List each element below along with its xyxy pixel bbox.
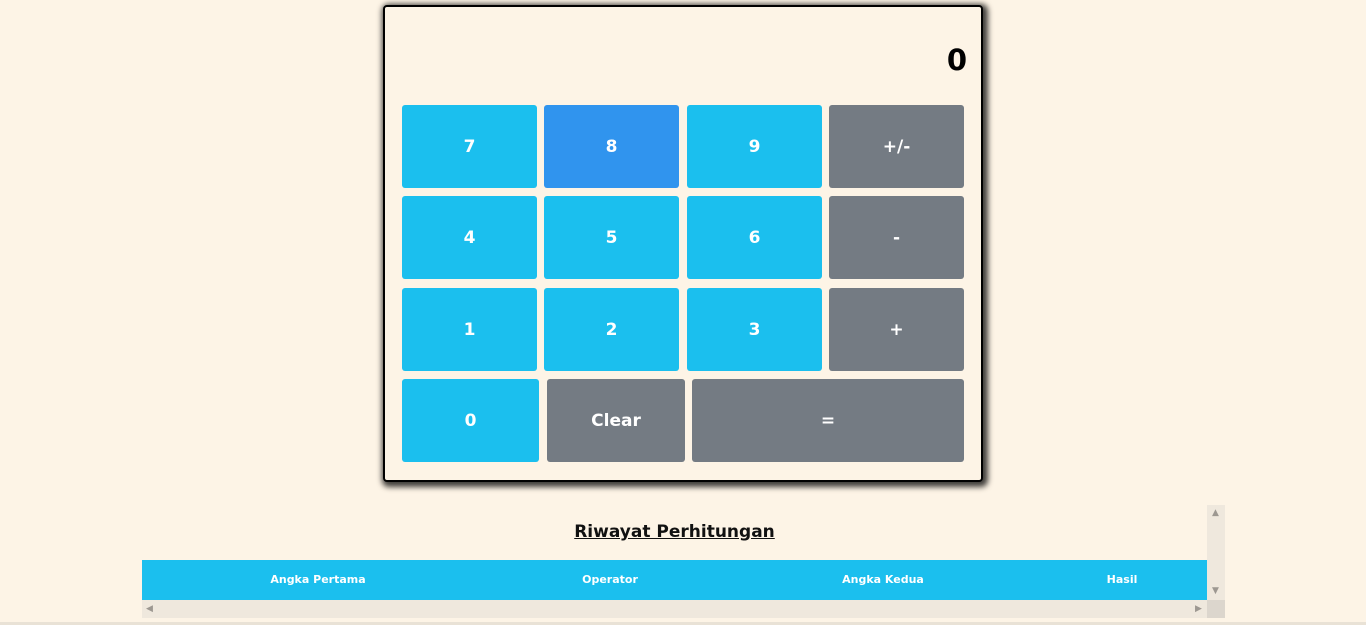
key-5[interactable]: 5 (544, 196, 679, 279)
plus-button[interactable]: + (829, 288, 964, 371)
clear-button[interactable]: Clear (547, 379, 685, 462)
scroll-left-arrow-icon[interactable]: ◀ (146, 605, 153, 614)
key-9[interactable]: 9 (687, 105, 822, 188)
key-2[interactable]: 2 (544, 288, 679, 371)
vertical-scrollbar[interactable]: ▲ ▼ (1207, 505, 1225, 600)
key-6[interactable]: 6 (687, 196, 822, 279)
scroll-down-arrow-icon[interactable]: ▼ (1212, 587, 1219, 596)
key-4[interactable]: 4 (402, 196, 537, 279)
key-3[interactable]: 3 (687, 288, 822, 371)
column-header-first-number: Angka Pertama (270, 573, 366, 586)
key-1[interactable]: 1 (402, 288, 537, 371)
key-8[interactable]: 8 (544, 105, 679, 188)
history-table-header: Angka Pertama Operator Angka Kedua Hasil (142, 560, 1207, 600)
equals-button[interactable]: = (692, 379, 964, 462)
minus-button[interactable]: - (829, 196, 964, 279)
column-header-operator: Operator (582, 573, 638, 586)
column-header-second-number: Angka Kedua (842, 573, 924, 586)
horizontal-scrollbar[interactable]: ◀ ▶ (142, 600, 1207, 618)
column-header-result: Hasil (1106, 573, 1138, 586)
keypad: 7 8 9 +/- 4 5 6 - 1 2 3 + 0 Clear = (385, 7, 981, 480)
key-0[interactable]: 0 (402, 379, 539, 462)
scroll-up-arrow-icon[interactable]: ▲ (1212, 509, 1219, 518)
scroll-right-arrow-icon[interactable]: ▶ (1195, 605, 1202, 614)
history-panel: Riwayat Perhitungan Angka Pertama Operat… (142, 505, 1225, 618)
key-7[interactable]: 7 (402, 105, 537, 188)
calculator: 0 7 8 9 +/- 4 5 6 - 1 2 3 + 0 Clear = (383, 5, 983, 482)
negate-button[interactable]: +/- (829, 105, 964, 188)
scrollbar-corner (1207, 600, 1225, 618)
history-title: Riwayat Perhitungan (574, 522, 775, 542)
